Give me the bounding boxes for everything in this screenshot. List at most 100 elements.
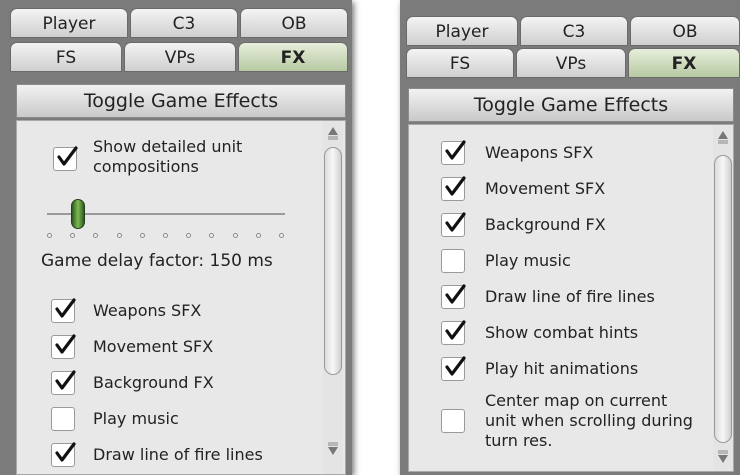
option-checkbox[interactable] — [441, 320, 466, 345]
option-row[interactable]: Draw line of fire lines — [409, 284, 733, 315]
tab-player[interactable]: Player — [406, 16, 518, 46]
option-row[interactable]: Play hit animations — [409, 356, 733, 387]
option-checkbox[interactable] — [441, 356, 466, 381]
checkmark-icon — [445, 284, 466, 304]
option-row[interactable]: Weapons SFX — [409, 140, 733, 171]
tab-ob[interactable]: OB — [240, 8, 348, 38]
show-unit-compositions-option[interactable]: Show detailed unit compositions — [17, 137, 345, 191]
option-label: Draw line of fire lines — [93, 445, 263, 464]
option-label: Draw line of fire lines — [485, 287, 655, 306]
scroll-up-arrow-icon[interactable] — [713, 127, 733, 147]
bottom-tab-row: FS VPs FX — [10, 42, 348, 72]
checkmark-icon — [57, 146, 78, 166]
scroll-up-arrow-icon[interactable] — [323, 123, 343, 143]
scroll-thumb[interactable] — [324, 147, 342, 375]
option-row[interactable]: Background FX — [409, 212, 733, 243]
checkmark-icon — [55, 370, 76, 390]
option-checkbox[interactable] — [51, 407, 75, 431]
center-map-label: Center map on current unit when scrollin… — [485, 391, 705, 451]
option-label: Movement SFX — [93, 337, 214, 356]
option-row[interactable]: Show combat hints — [409, 320, 733, 351]
option-label: Movement SFX — [485, 179, 606, 198]
option-row[interactable]: Play music — [17, 407, 345, 437]
left-item-list: Weapons SFX Movement SFX Background FX Play… — [17, 298, 345, 474]
toggle-game-effects-button[interactable]: Toggle Game Effects — [16, 84, 346, 118]
option-row[interactable]: Draw line of fire lines — [17, 442, 345, 473]
option-row[interactable]: Weapons SFX — [17, 298, 345, 329]
right-options-list: Weapons SFX Movement SFX Background FX Play… — [408, 124, 734, 472]
tab-fs[interactable]: FS — [406, 48, 514, 78]
tab-fx[interactable]: FX — [238, 42, 348, 72]
option-label: Background FX — [485, 215, 606, 234]
option-checkbox[interactable] — [51, 334, 76, 359]
option-label: Play music — [93, 409, 179, 428]
scroll-down-arrow-icon[interactable] — [713, 447, 733, 467]
checkmark-icon — [445, 356, 466, 376]
tab-fx[interactable]: FX — [628, 48, 740, 78]
option-row[interactable]: Play music — [409, 249, 733, 279]
option-row[interactable]: Background FX — [17, 370, 345, 401]
scroll-thumb[interactable] — [714, 155, 732, 443]
center-map-checkbox[interactable] — [441, 409, 465, 433]
slider-tick — [47, 233, 52, 238]
slider-tick — [116, 233, 122, 238]
right-fx-panel: Player C3 OB FS VPs FX Toggle Game Effec… — [400, 0, 740, 475]
option-checkbox[interactable] — [441, 249, 465, 273]
option-label: Play music — [485, 251, 571, 270]
slider-tick — [163, 233, 168, 238]
slider-tick — [70, 233, 76, 238]
tab-ob[interactable]: OB — [630, 16, 740, 46]
tab-vps[interactable]: VPs — [124, 42, 236, 72]
unit-compositions-checkbox[interactable] — [53, 146, 78, 171]
checkmark-icon — [445, 140, 466, 160]
option-row[interactable]: Movement SFX — [409, 176, 733, 207]
center-map-line: unit when scrolling during — [485, 411, 693, 430]
checkmark-icon — [55, 442, 76, 462]
right-scrollbar[interactable] — [713, 125, 733, 471]
left-scrollbar[interactable] — [323, 121, 343, 474]
game-delay-label: Game delay factor: 150 ms — [41, 251, 273, 271]
slider-tick — [255, 233, 261, 238]
slider-tick — [279, 233, 284, 238]
option-row[interactable]: Movement SFX — [17, 334, 345, 365]
bottom-tab-row: FS VPs FX — [406, 48, 740, 78]
slider-tick — [139, 233, 145, 238]
tab-fs[interactable]: FS — [10, 42, 122, 72]
slider-tick — [186, 233, 192, 238]
top-tab-row: Player C3 OB — [406, 16, 740, 46]
option-checkbox[interactable] — [51, 298, 76, 323]
left-fx-panel: Player C3 OB FS VPs FX Toggle Game Effec… — [0, 0, 352, 475]
tab-player[interactable]: Player — [10, 8, 128, 38]
center-map-option[interactable]: Center map on current unit when scrollin… — [409, 391, 733, 461]
checkmark-icon — [55, 298, 76, 318]
slider-ticks — [47, 233, 285, 241]
option-label: Show combat hints — [485, 323, 639, 342]
left-options-list: Show detailed unit compositions Game del… — [16, 120, 346, 475]
checkmark-icon — [445, 176, 466, 196]
unit-compositions-label: Show detailed unit compositions — [93, 137, 243, 176]
checkmark-icon — [445, 212, 466, 232]
tab-c3[interactable]: C3 — [520, 16, 628, 46]
game-delay-slider[interactable] — [47, 197, 287, 245]
slider-knob[interactable] — [71, 199, 86, 229]
scroll-down-arrow-icon[interactable] — [323, 439, 343, 459]
slider-tick — [232, 233, 238, 238]
top-tab-row: Player C3 OB — [10, 8, 348, 38]
checkmark-icon — [445, 320, 466, 340]
tab-c3[interactable]: C3 — [130, 8, 238, 38]
option-label: Weapons SFX — [93, 301, 202, 320]
tab-vps[interactable]: VPs — [516, 48, 626, 78]
option-label: Background FX — [93, 373, 214, 392]
option-label: Play hit animations — [485, 359, 639, 378]
option-checkbox[interactable] — [441, 284, 466, 309]
option-label: Weapons SFX — [485, 143, 594, 162]
option-checkbox[interactable] — [51, 370, 76, 395]
option-checkbox[interactable] — [441, 140, 466, 165]
toggle-game-effects-button[interactable]: Toggle Game Effects — [408, 88, 734, 122]
option-checkbox[interactable] — [441, 212, 466, 237]
option-checkbox[interactable] — [441, 176, 466, 201]
option-checkbox[interactable] — [51, 442, 76, 467]
slider-tick — [93, 233, 99, 238]
center-map-line: turn res. — [485, 431, 553, 450]
slider-tick — [209, 233, 215, 238]
